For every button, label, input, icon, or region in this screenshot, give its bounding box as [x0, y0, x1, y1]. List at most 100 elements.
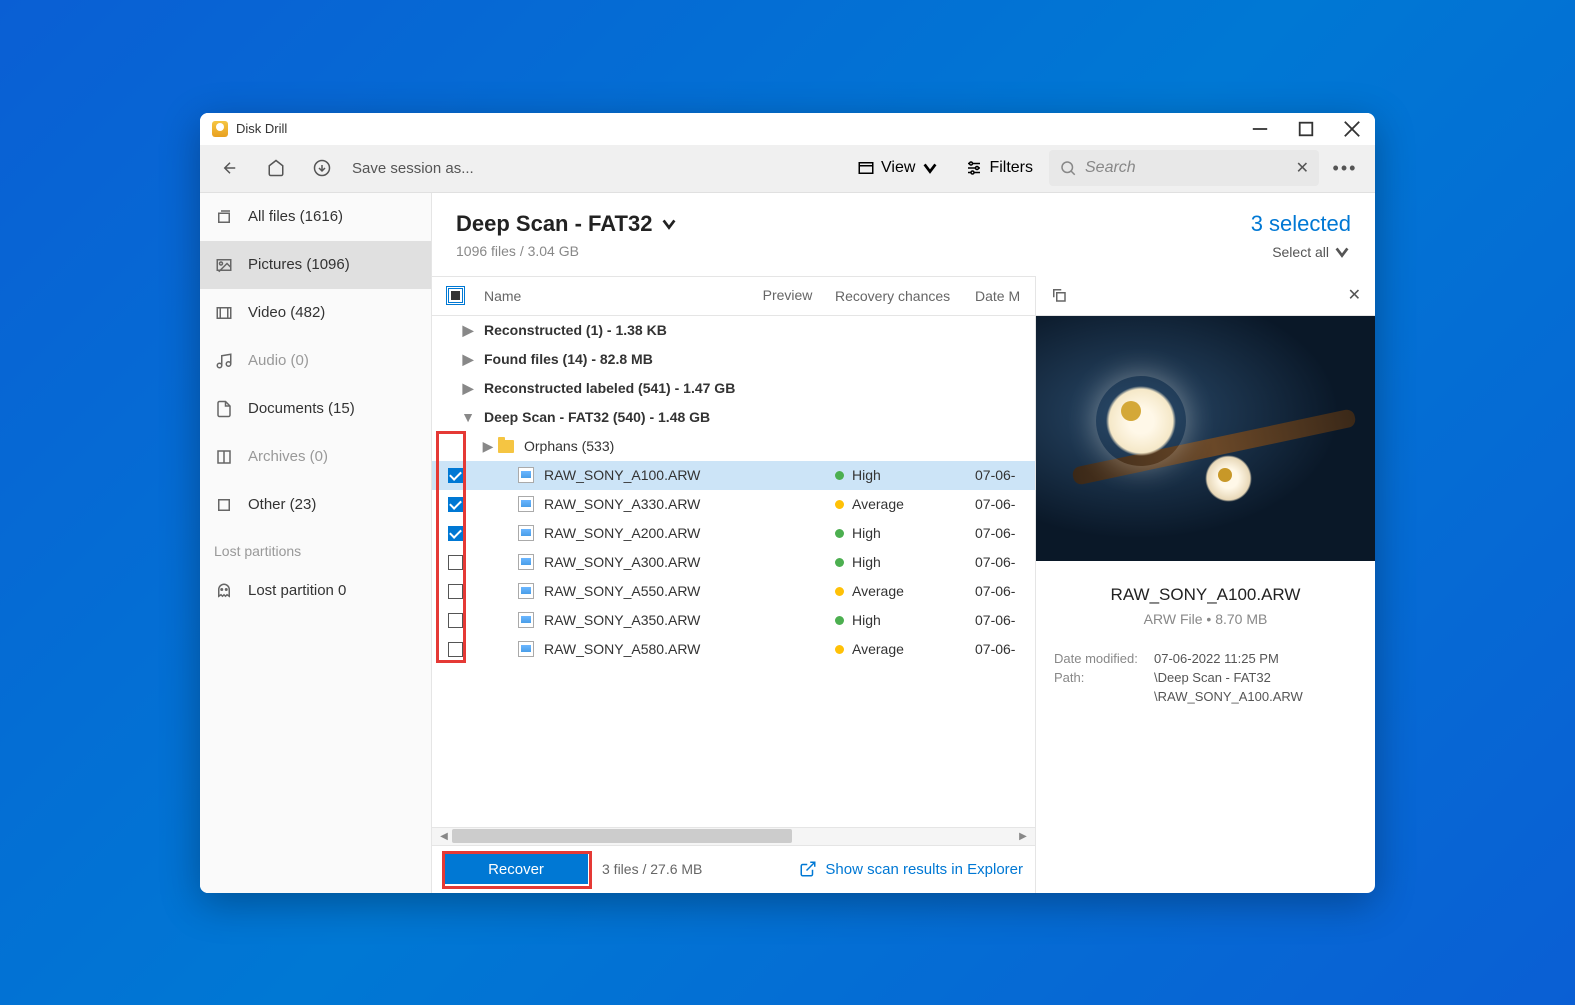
show-in-explorer-link[interactable]: Show scan results in Explorer	[799, 860, 1023, 878]
horizontal-scrollbar[interactable]: ◀▶	[432, 827, 1035, 845]
file-checkbox[interactable]	[448, 642, 463, 657]
file-row[interactable]: RAW_SONY_A350.ARWHigh07-06-	[432, 606, 1035, 635]
close-button[interactable]	[1329, 113, 1375, 145]
preview-meta: ARW File • 8.70 MB	[1054, 611, 1357, 627]
file-checkbox[interactable]	[448, 584, 463, 599]
group-row[interactable]: ▶Reconstructed labeled (541) - 1.47 GB	[432, 374, 1035, 403]
maximize-button[interactable]	[1283, 113, 1329, 145]
clear-search-icon[interactable]: ✕	[1296, 158, 1309, 178]
preview-filename: RAW_SONY_A100.ARW	[1054, 585, 1357, 605]
file-icon	[518, 612, 534, 628]
status-dot	[835, 645, 844, 654]
status-dot	[835, 558, 844, 567]
file-icon	[518, 496, 534, 512]
file-icon	[518, 525, 534, 541]
file-icon	[518, 641, 534, 657]
file-row[interactable]: RAW_SONY_A550.ARWAverage07-06-	[432, 577, 1035, 606]
video-icon	[214, 303, 234, 323]
sidebar-item-archives[interactable]: Archives (0)	[200, 433, 431, 481]
document-icon	[214, 399, 234, 419]
expand-icon[interactable]: ▶	[458, 322, 478, 339]
expand-icon[interactable]: ▼	[458, 409, 478, 425]
sidebar-item-lost-partition[interactable]: Lost partition 0	[200, 567, 431, 615]
audio-icon	[214, 351, 234, 371]
toolbar: Save session as... View Filters Search ✕…	[200, 145, 1375, 193]
expand-icon[interactable]: ▶	[478, 438, 498, 455]
file-checkbox[interactable]	[448, 497, 463, 512]
minimize-button[interactable]	[1237, 113, 1283, 145]
titlebar: Disk Drill	[200, 113, 1375, 145]
sidebar-item-all-files[interactable]: All files (1616)	[200, 193, 431, 241]
sidebar-section-lost: Lost partitions	[200, 529, 431, 567]
recover-button[interactable]: Recover	[444, 854, 588, 884]
save-session-label[interactable]: Save session as...	[352, 160, 474, 177]
copy-icon[interactable]	[1050, 286, 1068, 304]
search-input[interactable]: Search ✕	[1049, 150, 1319, 186]
footer: Recover 3 files / 27.6 MB Show scan resu…	[432, 845, 1035, 893]
filters-button[interactable]: Filters	[955, 159, 1043, 177]
app-window: Disk Drill Save session as... View Filte…	[200, 113, 1375, 893]
file-icon	[518, 467, 534, 483]
preview-label: Preview	[763, 287, 813, 303]
expand-icon[interactable]: ▶	[458, 380, 478, 397]
page-subtitle: 1096 files / 3.04 GB	[456, 243, 678, 259]
select-all-button[interactable]: Select all	[1272, 243, 1351, 261]
column-date[interactable]: Date M	[975, 288, 1035, 304]
more-button[interactable]: •••	[1325, 158, 1365, 179]
other-icon	[214, 495, 234, 515]
sidebar-item-documents[interactable]: Documents (15)	[200, 385, 431, 433]
preview-image	[1036, 316, 1375, 561]
search-icon	[1059, 159, 1077, 177]
status-dot	[835, 471, 844, 480]
file-row[interactable]: RAW_SONY_A100.ARWHigh07-06-	[432, 461, 1035, 490]
file-row[interactable]: RAW_SONY_A330.ARWAverage07-06-	[432, 490, 1035, 519]
stack-icon	[214, 207, 234, 227]
file-icon	[518, 554, 534, 570]
file-table: ▶Reconstructed (1) - 1.38 KB▶Found files…	[432, 316, 1035, 827]
window-controls	[1237, 113, 1375, 145]
footer-summary: 3 files / 27.6 MB	[602, 861, 702, 877]
status-dot	[835, 616, 844, 625]
folder-icon	[498, 440, 514, 453]
file-checkbox[interactable]	[448, 468, 463, 483]
archive-icon	[214, 447, 234, 467]
home-button[interactable]	[256, 148, 296, 188]
sidebar-item-pictures[interactable]: Pictures (1096)	[200, 241, 431, 289]
status-dot	[835, 500, 844, 509]
sidebar-item-audio[interactable]: Audio (0)	[200, 337, 431, 385]
app-icon	[212, 121, 228, 137]
image-icon	[214, 255, 234, 275]
group-row[interactable]: ▶Reconstructed (1) - 1.38 KB	[432, 316, 1035, 345]
file-icon	[518, 583, 534, 599]
sidebar: All files (1616) Pictures (1096) Video (…	[200, 193, 432, 893]
download-button[interactable]	[302, 148, 342, 188]
file-row[interactable]: RAW_SONY_A580.ARWAverage07-06-	[432, 635, 1035, 664]
expand-icon[interactable]: ▶	[458, 351, 478, 368]
main-content: Deep Scan - FAT32 1096 files / 3.04 GB 3…	[432, 193, 1375, 893]
select-all-checkbox[interactable]	[448, 288, 463, 303]
status-dot	[835, 529, 844, 538]
group-row[interactable]: ▼Deep Scan - FAT32 (540) - 1.48 GB	[432, 403, 1035, 432]
ghost-icon	[214, 581, 234, 601]
view-dropdown[interactable]: View	[847, 159, 949, 177]
page-title[interactable]: Deep Scan - FAT32	[456, 211, 678, 237]
selected-count: 3 selected	[1251, 211, 1351, 237]
app-title: Disk Drill	[236, 121, 287, 136]
file-checkbox[interactable]	[448, 555, 463, 570]
file-checkbox[interactable]	[448, 613, 463, 628]
close-preview-icon[interactable]: ✕	[1348, 285, 1361, 305]
status-dot	[835, 587, 844, 596]
file-row[interactable]: RAW_SONY_A200.ARWHigh07-06-	[432, 519, 1035, 548]
file-checkbox[interactable]	[448, 526, 463, 541]
orphans-row[interactable]: ▶ Orphans (533)	[432, 432, 1035, 461]
group-row[interactable]: ▶Found files (14) - 82.8 MB	[432, 345, 1035, 374]
column-recovery[interactable]: Recovery chances	[835, 288, 975, 304]
sidebar-item-video[interactable]: Video (482)	[200, 289, 431, 337]
file-row[interactable]: RAW_SONY_A300.ARWHigh07-06-	[432, 548, 1035, 577]
sidebar-item-other[interactable]: Other (23)	[200, 481, 431, 529]
chevron-down-icon	[660, 215, 678, 233]
back-button[interactable]	[210, 148, 250, 188]
table-header: Name Recovery chances Date M	[432, 276, 1035, 316]
preview-panel: Preview ✕ RAW_SONY_A100.ARW ARW File • 8…	[1035, 276, 1375, 893]
external-icon	[799, 860, 817, 878]
